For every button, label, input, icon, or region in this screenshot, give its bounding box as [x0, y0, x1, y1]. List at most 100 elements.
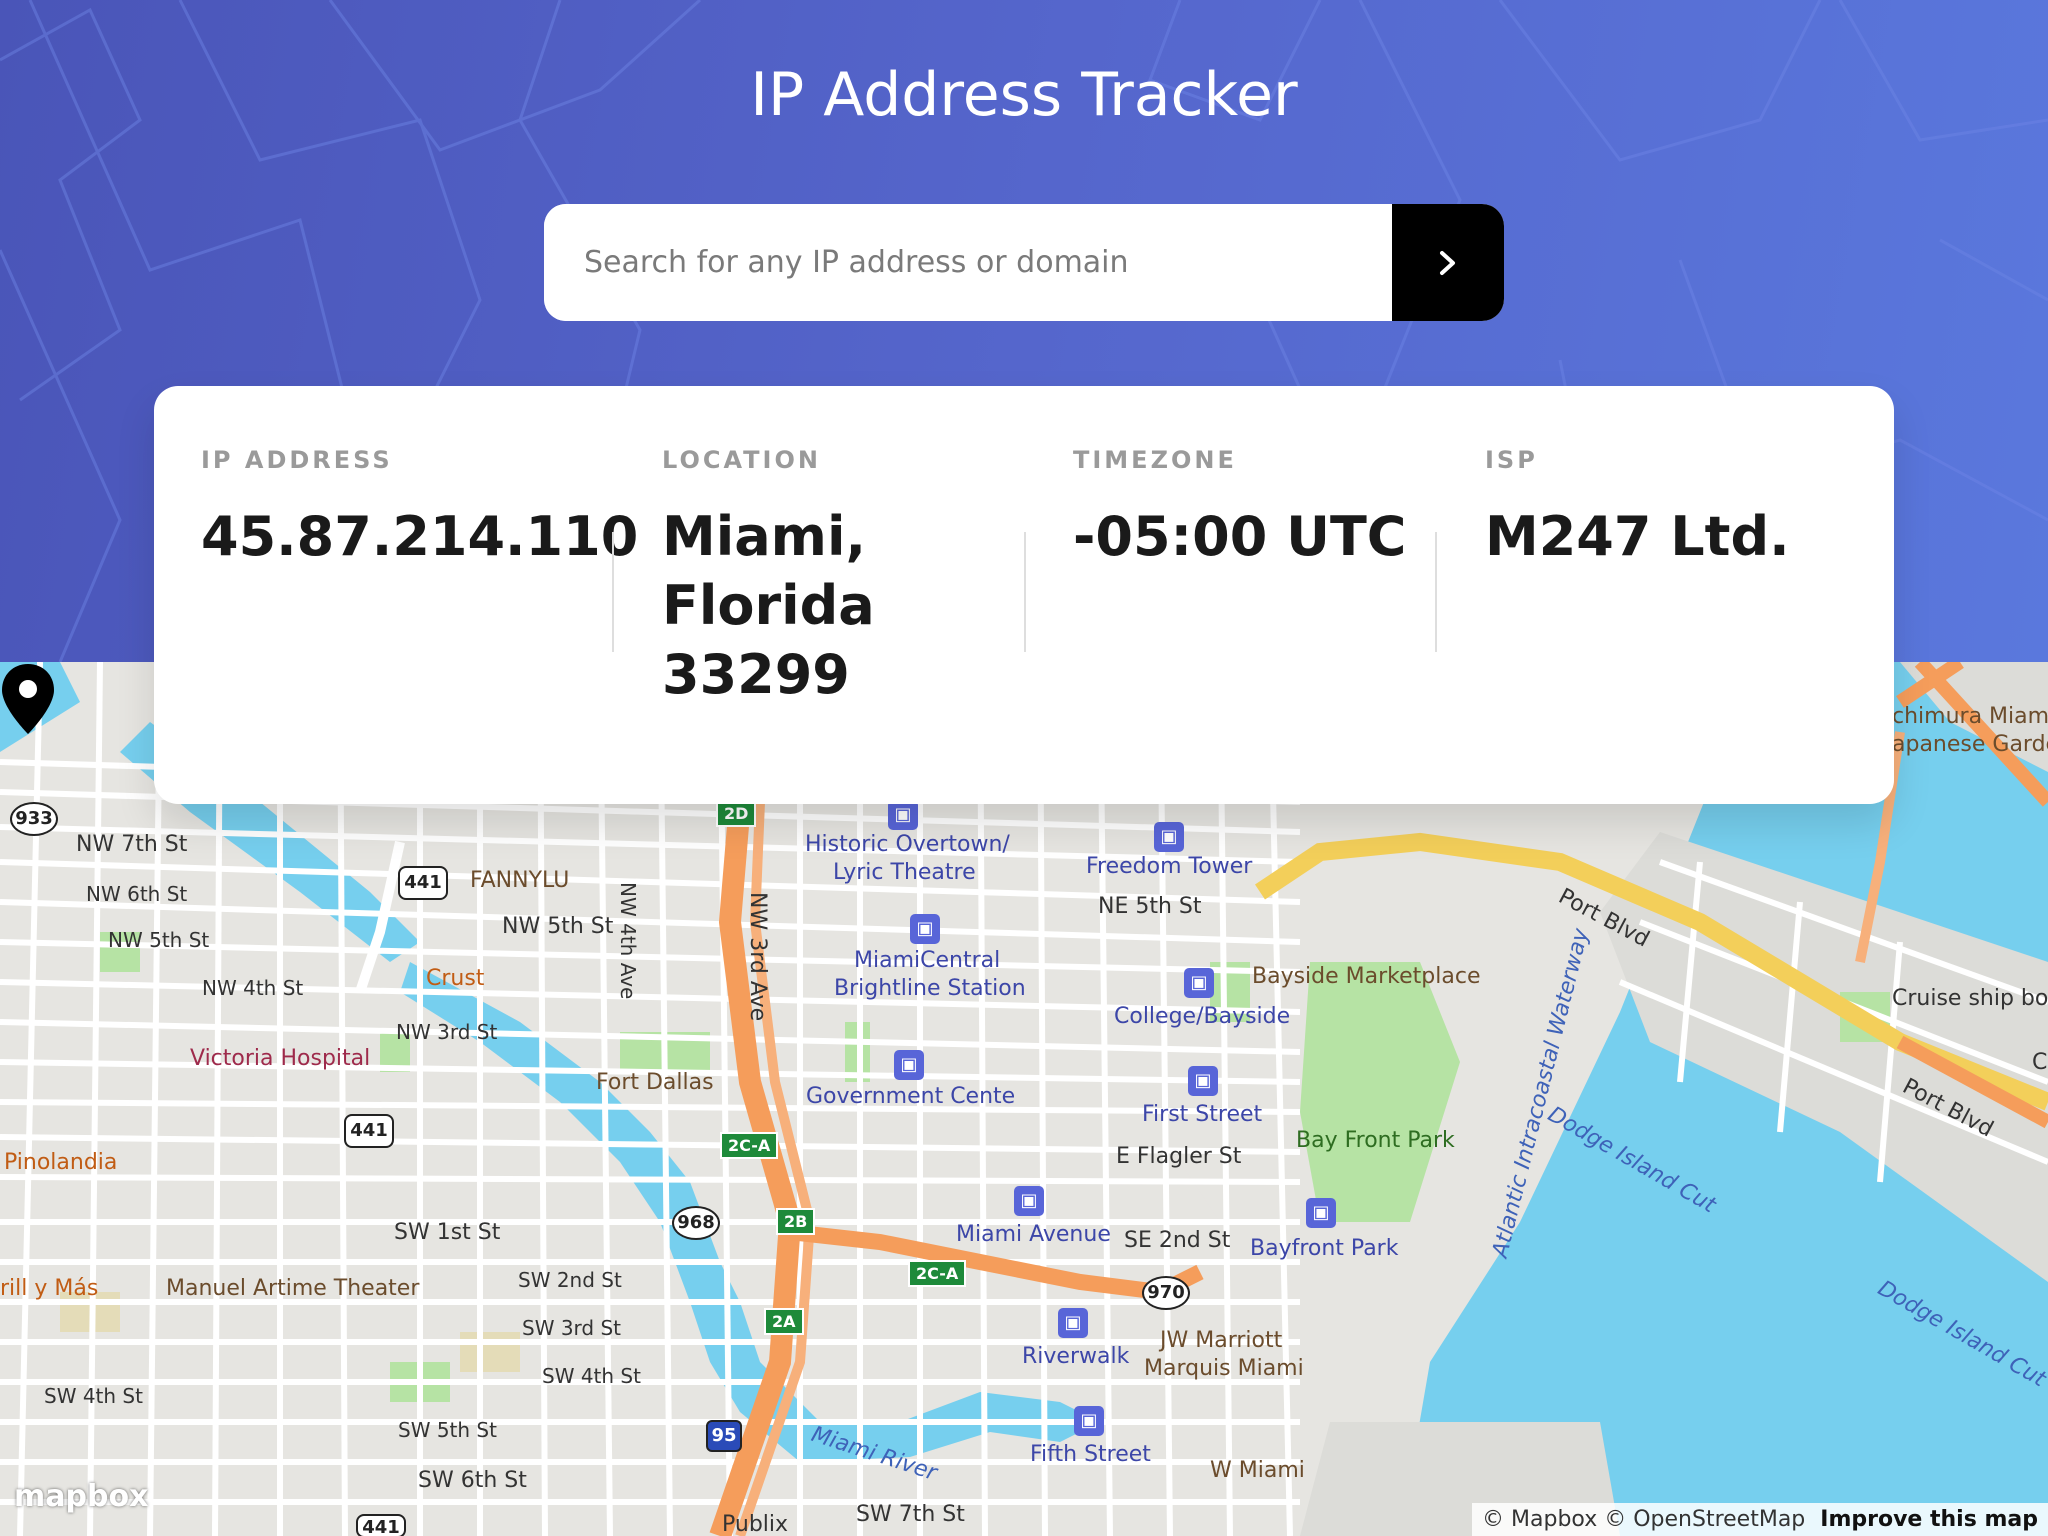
exit-sign: 2A	[764, 1308, 804, 1335]
map-label: Pinolandia	[4, 1150, 118, 1175]
map-label: FANNYLU	[470, 868, 570, 893]
map-label: C	[2032, 1050, 2048, 1075]
info-card: IP ADDRESS 45.87.214.110 LOCATION Miami,…	[154, 386, 1894, 804]
isp-section: ISP M247 Ltd.	[1485, 446, 1790, 571]
interstate-shield: 95	[706, 1420, 742, 1452]
map-label: SW 3rd St	[522, 1316, 622, 1340]
map-label: JW Marriott	[1160, 1328, 1283, 1353]
map-label: NW 5th St	[502, 914, 614, 939]
train-icon: ▣	[910, 914, 940, 944]
map-label: Crust	[426, 966, 485, 991]
train-icon: ▣	[1306, 1198, 1336, 1228]
map-label: NW 7th St	[76, 832, 188, 857]
map-label: rill y Más	[0, 1276, 99, 1301]
location-pin-icon[interactable]	[0, 662, 56, 736]
train-icon: ▣	[1014, 1186, 1044, 1216]
ip-address-section: IP ADDRESS 45.87.214.110	[201, 446, 638, 571]
divider	[1435, 532, 1437, 652]
timezone-label: TIMEZONE	[1073, 446, 1237, 474]
location-section: LOCATION Miami, Florida 33299	[662, 446, 875, 709]
isp-value: M247 Ltd.	[1485, 505, 1790, 568]
map-label: Historic Overtown/	[805, 832, 1010, 857]
map-label: Manuel Artime Theater	[166, 1276, 420, 1301]
map-label: apanese Garde	[1892, 732, 2048, 757]
location-city: Miami,	[662, 505, 866, 568]
location-postal: 33299	[662, 643, 850, 706]
search-submit-button[interactable]	[1392, 204, 1504, 321]
route-shield: 441	[344, 1114, 394, 1148]
divider	[1024, 532, 1026, 652]
isp-label: ISP	[1485, 446, 1538, 474]
train-icon: ▣	[1074, 1406, 1104, 1436]
timezone-section: TIMEZONE -05:00 UTC	[1073, 446, 1406, 571]
ip-address-value: 45.87.214.110	[201, 505, 639, 568]
map-label: NW 4th St	[202, 976, 304, 1000]
train-icon: ▣	[1154, 822, 1184, 852]
map-label: Cruise ship boa	[1892, 986, 2048, 1011]
map-attribution: © Mapbox © OpenStreetMap Improve this ma…	[1472, 1503, 2048, 1536]
map-label: SW 4th St	[542, 1364, 641, 1388]
map-label: NW 6th St	[86, 882, 188, 906]
route-shield: 933	[10, 802, 58, 836]
osm-attribution-link[interactable]: © OpenStreetMap	[1604, 1507, 1805, 1532]
map-label: Riverwalk	[1022, 1344, 1130, 1369]
route-shield: 968	[672, 1206, 720, 1240]
map-label: chimura Miami	[1892, 704, 2048, 729]
train-icon: ▣	[894, 1050, 924, 1080]
route-shield: 441	[398, 866, 448, 900]
map-label: SW 1st St	[394, 1220, 501, 1245]
train-icon: ▣	[888, 800, 918, 830]
train-icon: ▣	[1188, 1066, 1218, 1096]
map-label: NE 5th St	[1098, 894, 1202, 919]
page-title: IP Address Tracker	[750, 60, 1298, 130]
map-label: Victoria Hospital	[190, 1046, 371, 1071]
mapbox-attribution-link[interactable]: © Mapbox	[1482, 1507, 1597, 1532]
map-label: First Street	[1142, 1102, 1263, 1127]
location-region: Florida	[662, 574, 875, 637]
map-label: SW 2nd St	[518, 1268, 622, 1292]
location-label: LOCATION	[662, 446, 821, 474]
map-label: Bay Front Park	[1296, 1128, 1455, 1153]
search-bar	[544, 204, 1504, 321]
map-label: NW 4th Ave	[616, 882, 640, 1000]
map-label: W Miami	[1210, 1458, 1305, 1483]
map-label: Government Cente	[806, 1084, 1016, 1109]
map-label: Fifth Street	[1030, 1442, 1151, 1467]
map-label: SW 5th St	[398, 1418, 497, 1442]
map-label: SW 7th St	[856, 1502, 965, 1527]
map-label: SE 2nd St	[1124, 1228, 1231, 1253]
timezone-value: -05:00 UTC	[1073, 505, 1407, 568]
map-label: Publix	[722, 1512, 789, 1536]
map-label: NW 3rd Ave	[745, 892, 770, 1022]
exit-sign: 2C-A	[720, 1132, 779, 1159]
location-value: Miami, Florida 33299	[662, 502, 875, 709]
ip-address-label: IP ADDRESS	[201, 446, 393, 474]
map-label: E Flagler St	[1116, 1144, 1242, 1169]
map-label: SW 4th St	[44, 1384, 143, 1408]
map-label: Bayfront Park	[1250, 1236, 1399, 1261]
exit-sign: 2D	[716, 800, 757, 827]
divider	[612, 532, 614, 652]
mapbox-logo[interactable]: mapbox	[14, 1479, 148, 1514]
map-label: SW 6th St	[418, 1468, 527, 1493]
map-label: Fort Dallas	[596, 1070, 714, 1095]
map-label: Lyric Theatre	[833, 860, 976, 885]
exit-sign: 2C-A	[908, 1260, 967, 1287]
train-icon: ▣	[1058, 1308, 1088, 1338]
map-label: Freedom Tower	[1086, 854, 1253, 879]
improve-map-link[interactable]: Improve this map	[1820, 1507, 2038, 1532]
map-label: Miami Avenue	[956, 1222, 1111, 1247]
map-label: Bayside Marketplace	[1252, 964, 1481, 989]
map-label: NW 5th St	[108, 928, 210, 952]
train-icon: ▣	[1184, 968, 1214, 998]
map-label: College/Bayside	[1114, 1004, 1291, 1029]
map-label: Brightline Station	[834, 976, 1026, 1001]
exit-sign: 2B	[776, 1208, 816, 1235]
map-label: MiamiCentral	[854, 948, 1001, 973]
route-shield: 441	[356, 1514, 406, 1536]
route-shield: 970	[1142, 1276, 1190, 1310]
map-label: Marquis Miami	[1144, 1356, 1304, 1381]
chevron-right-icon	[1440, 250, 1455, 275]
map-label: NW 3rd St	[396, 1020, 498, 1044]
search-input[interactable]	[544, 204, 1392, 321]
